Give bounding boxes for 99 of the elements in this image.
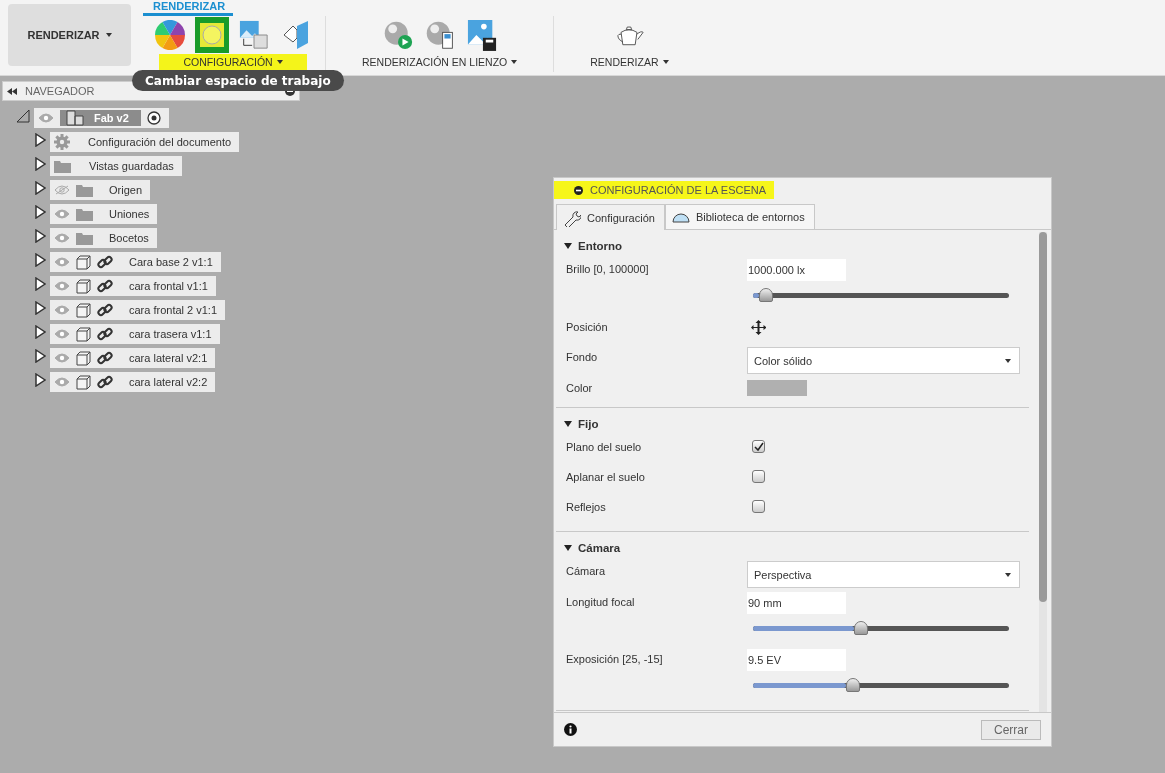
cube-icon: [76, 254, 91, 270]
expand-arrow-icon: [564, 420, 572, 428]
link-icon: [97, 326, 113, 342]
slider-track[interactable]: [753, 288, 1009, 302]
navigator-title: NAVEGADOR: [25, 85, 96, 97]
expand-arrow-icon[interactable]: [35, 157, 46, 171]
color-wheel-icon: [155, 20, 185, 50]
field-label: Longitud focal: [566, 595, 636, 608]
caret-icon: [511, 60, 518, 64]
dome-icon: [671, 211, 690, 223]
dropdown[interactable]: Perspectiva: [747, 561, 1020, 588]
tree-node[interactable]: Configuración del documento: [50, 132, 240, 152]
field-label: Fondo: [566, 350, 599, 363]
expanded-arrow-icon[interactable]: [16, 109, 30, 123]
workspace-button[interactable]: RENDERIZAR: [8, 4, 131, 66]
dialog-tab[interactable]: Biblioteca de entornos: [664, 204, 815, 229]
tree-node[interactable]: Cara base 2 v1:1: [50, 252, 221, 272]
tree-node[interactable]: Origen: [50, 180, 151, 200]
expand-arrow-icon[interactable]: [35, 301, 46, 315]
field-label: Brillo [0, 100000]: [566, 262, 650, 275]
field-label: Plano del suelo: [566, 440, 643, 453]
cube-icon: [76, 302, 91, 318]
link-icon: [97, 350, 113, 366]
cube-icon: [76, 350, 91, 366]
color-swatch[interactable]: [747, 380, 807, 396]
cube-icon: [76, 278, 91, 294]
field-label: Reflejos: [566, 500, 607, 513]
dropdown[interactable]: Color sólido: [747, 347, 1020, 374]
caret-icon: [662, 60, 669, 64]
value-field[interactable]: 90 mm: [747, 592, 846, 614]
tree-node[interactable]: Bocetos: [50, 228, 157, 248]
slider-track[interactable]: [753, 621, 1009, 635]
expand-arrow-icon: [564, 242, 572, 250]
tooltip: Cambiar espacio de trabajo: [132, 70, 344, 91]
field-label: Color: [566, 381, 594, 394]
expand-arrow-icon[interactable]: [35, 373, 46, 387]
slider-thumb[interactable]: [845, 678, 860, 692]
folder-icon: [76, 183, 93, 197]
section-header[interactable]: Entorno: [556, 237, 623, 255]
field-label: Exposición [25, -15]: [566, 652, 664, 665]
image-save-icon: [466, 18, 497, 52]
link-icon: [97, 374, 113, 390]
caret-icon: [276, 60, 283, 64]
tree-node[interactable]: cara frontal 2 v1:1: [50, 300, 226, 320]
image-to-cube-icon: [239, 19, 269, 51]
expand-arrow-icon[interactable]: [35, 325, 46, 339]
collapse-icon[interactable]: [7, 87, 17, 95]
cube-icon: [76, 326, 91, 342]
slider-track[interactable]: [753, 678, 1009, 692]
tree-node[interactable]: Uniones: [50, 204, 158, 224]
value-field[interactable]: 9.5 EV: [747, 649, 846, 671]
folder-icon: [76, 231, 93, 245]
close-button[interactable]: Cerrar: [981, 719, 1041, 740]
checkbox[interactable]: [752, 440, 765, 453]
field-label: Posición: [566, 320, 609, 333]
tree-node[interactable]: cara trasera v1:1: [50, 324, 220, 344]
tree-node[interactable]: Vistas guardadas: [50, 156, 182, 176]
caret-icon: [1005, 358, 1011, 363]
section-header[interactable]: Cámara: [556, 539, 621, 557]
caret-icon: [1005, 572, 1011, 577]
info-icon[interactable]: [564, 723, 577, 736]
group-menu-button[interactable]: RENDERIZACIÓN EN LIENZO: [338, 54, 542, 71]
active-radio-icon[interactable]: [146, 111, 161, 125]
folder-icon: [76, 207, 93, 221]
decal-icon: [282, 20, 310, 50]
tree-node[interactable]: cara frontal v1:1: [50, 276, 216, 296]
component-icon: [66, 110, 84, 126]
tree-node[interactable]: cara lateral v2:1: [50, 348, 216, 368]
checkbox[interactable]: [752, 500, 765, 513]
slider-thumb[interactable]: [853, 621, 868, 635]
link-icon: [97, 302, 113, 318]
value-field[interactable]: 1000.000 lx: [747, 259, 846, 281]
link-icon: [97, 278, 113, 294]
group-menu-button[interactable]: RENDERIZAR: [566, 54, 693, 71]
field-label: Aplanar el suelo: [566, 470, 646, 483]
move-icon[interactable]: [751, 320, 766, 335]
folder-icon: [54, 159, 71, 173]
link-icon: [97, 254, 113, 270]
section-header[interactable]: Fijo: [556, 415, 599, 433]
field-label: Cámara: [566, 564, 607, 577]
checkbox[interactable]: [752, 470, 765, 483]
expand-arrow-icon[interactable]: [35, 229, 46, 243]
expand-arrow-icon: [564, 544, 572, 552]
expand-arrow-icon[interactable]: [35, 181, 46, 195]
dialog-title: CONFIGURACIÓN DE LA ESCENA: [554, 181, 775, 199]
expand-arrow-icon[interactable]: [35, 133, 46, 147]
wrench-icon: [563, 208, 581, 227]
caret-icon: [105, 33, 112, 37]
cube-icon: [76, 374, 91, 390]
expand-arrow-icon[interactable]: [35, 277, 46, 291]
minus-icon[interactable]: [574, 185, 583, 195]
dialog-tab[interactable]: Configuración: [556, 204, 665, 230]
expand-arrow-icon[interactable]: [35, 349, 46, 363]
tree-node[interactable]: cara lateral v2:2: [50, 372, 216, 392]
expand-arrow-icon[interactable]: [35, 205, 46, 219]
expand-arrow-icon[interactable]: [35, 253, 46, 267]
scrollbar[interactable]: [1039, 232, 1047, 712]
slider-thumb[interactable]: [758, 288, 773, 302]
gear-icon: [54, 134, 70, 150]
